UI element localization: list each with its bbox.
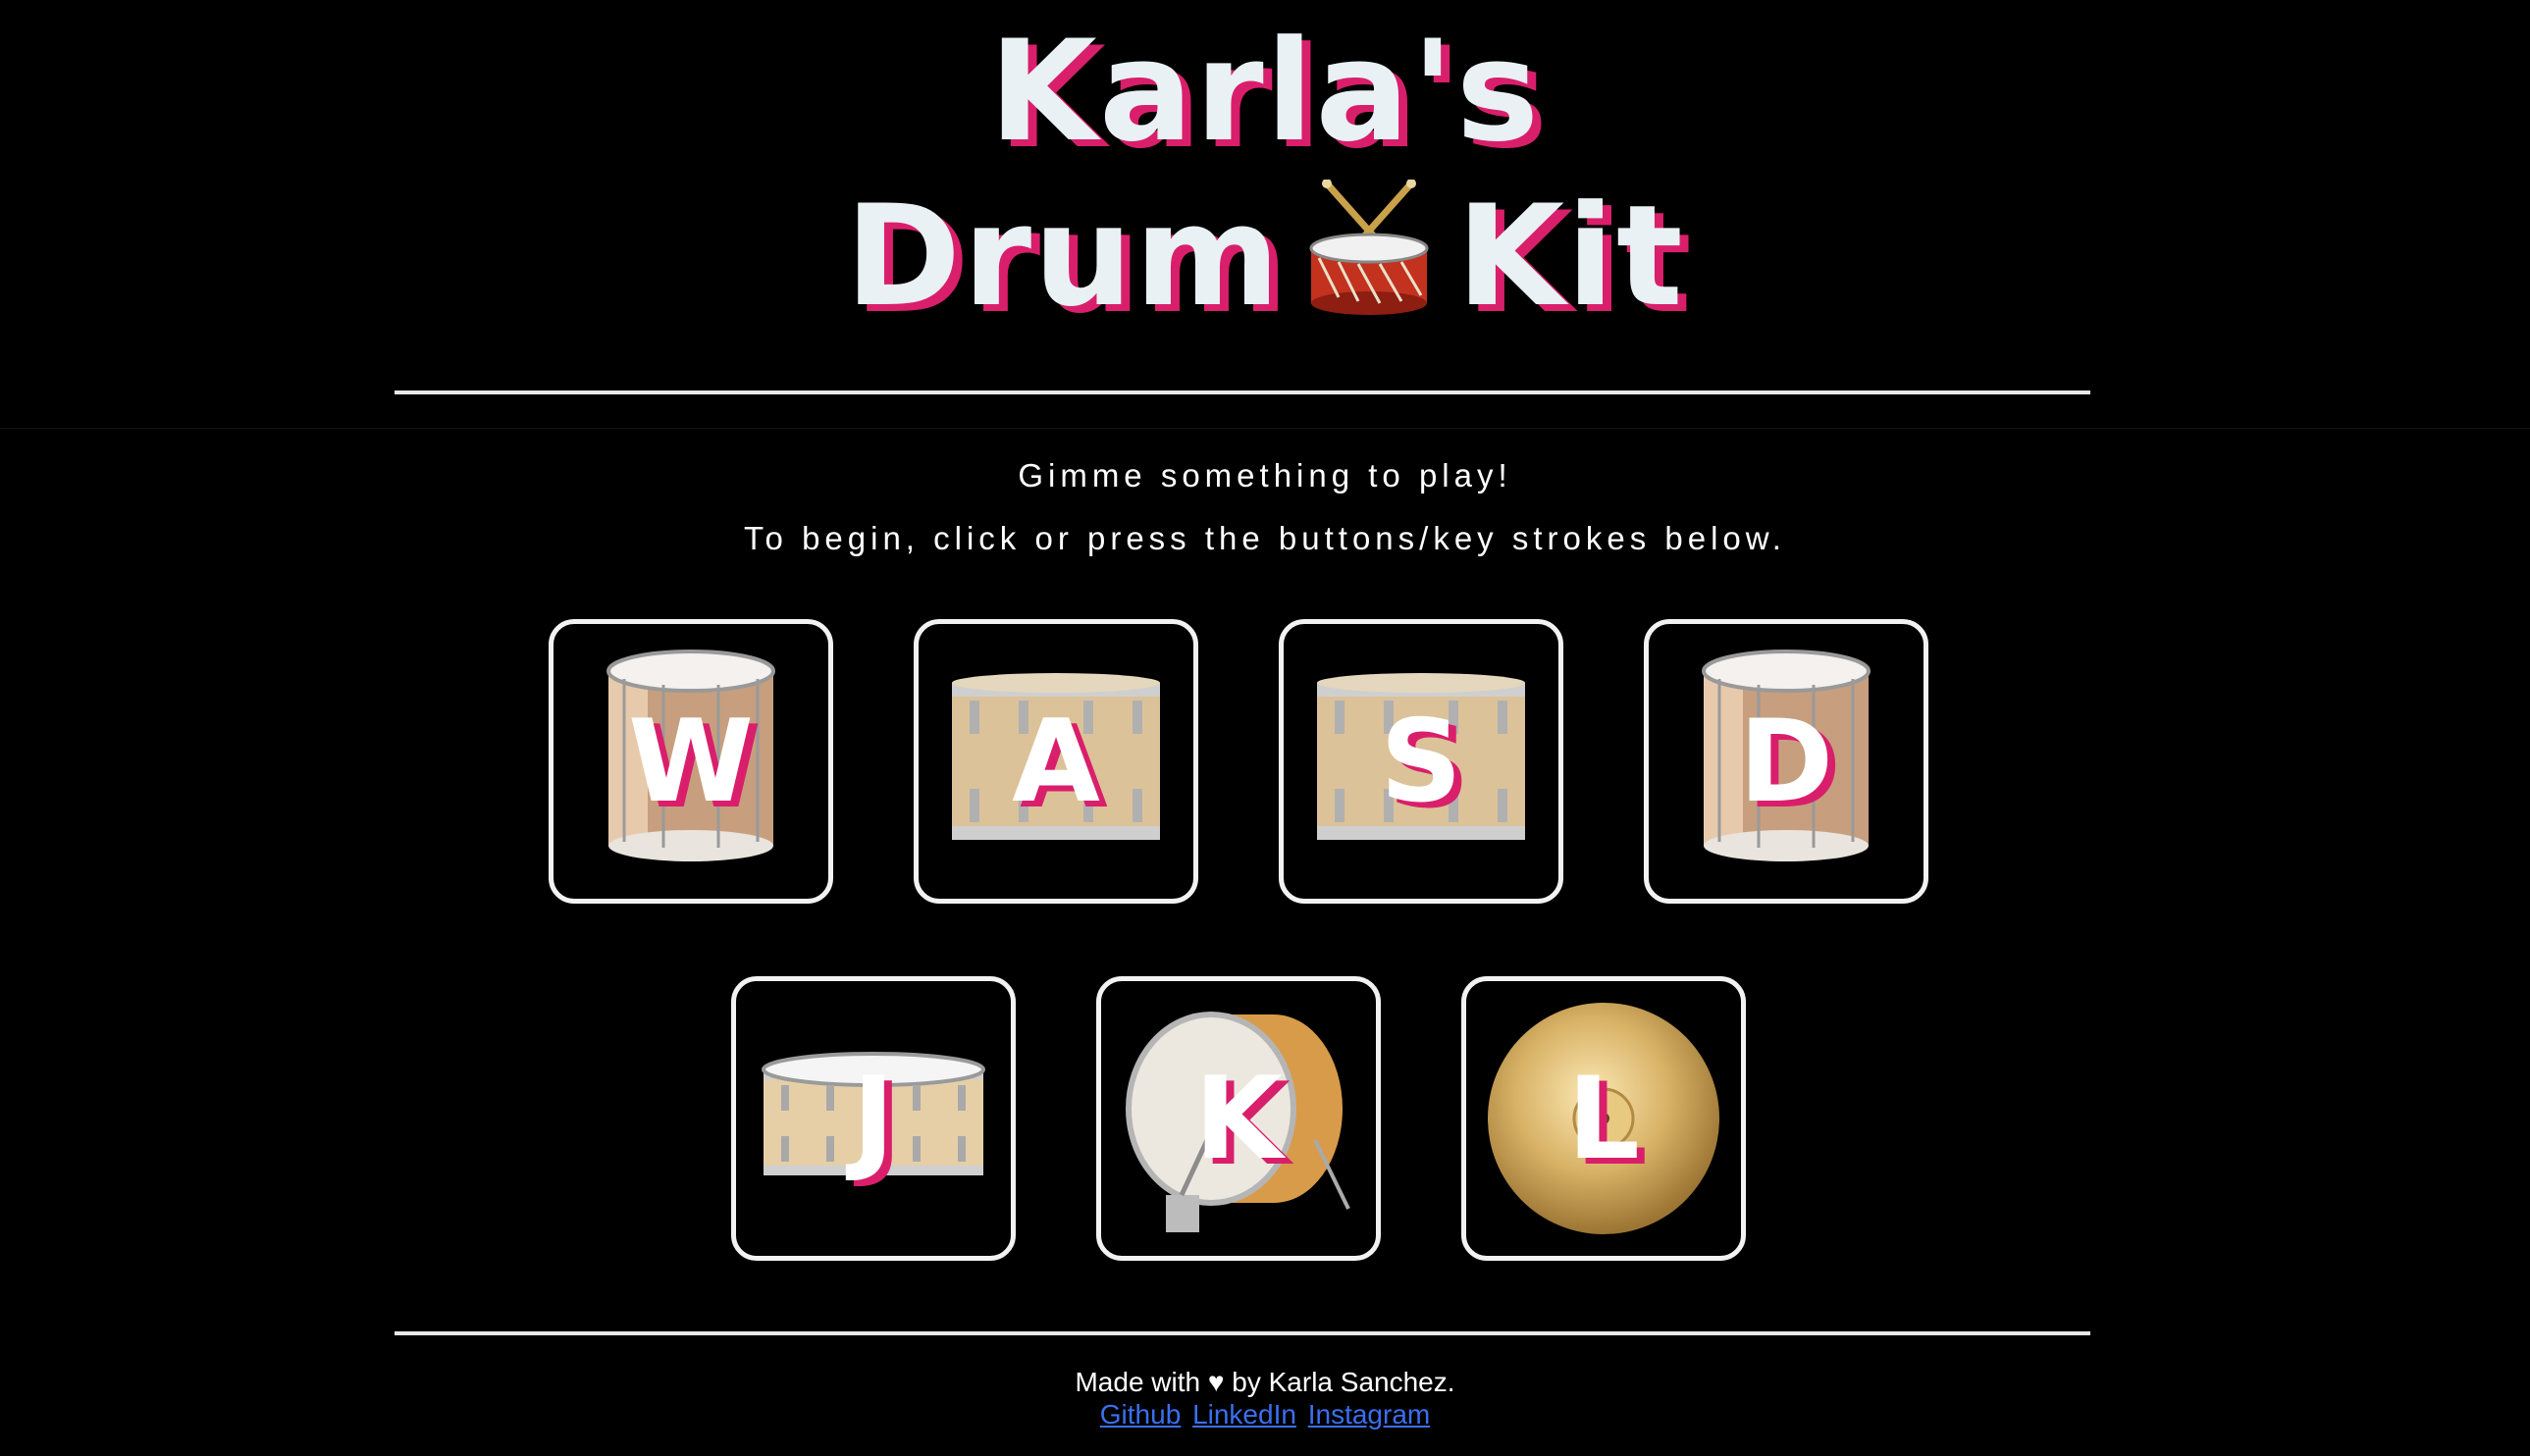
drum-button-j[interactable]: J: [731, 976, 1016, 1261]
page-title: Karla's Drum Kit: [0, 10, 2530, 352]
drum-key-label: W: [628, 695, 754, 828]
github-link[interactable]: Github: [1100, 1399, 1182, 1430]
drum-key-label: L: [1567, 1052, 1640, 1185]
drum-key-label: S: [1380, 695, 1462, 828]
footer-author: by Karla Sanchez.: [1232, 1367, 1455, 1397]
title-line-2: Drum Kit: [0, 175, 2530, 352]
heart-icon: ♥: [1207, 1367, 1225, 1397]
title-word-kit: Kit: [1456, 176, 1685, 338]
drum-key-label: A: [1012, 695, 1100, 828]
page-header: Karla's Drum Kit: [0, 10, 2530, 352]
footer-credit: Made with ♥ by Karla Sanchez.: [0, 1367, 2530, 1398]
title-line-1: Karla's: [988, 11, 1542, 173]
instagram-link[interactable]: Instagram: [1308, 1399, 1431, 1430]
drum-key-label: J: [852, 1052, 895, 1185]
intro-heading: Gimme something to play!: [1018, 457, 1512, 494]
drum-key-label: K: [1194, 1052, 1283, 1185]
drum-key-label: D: [1738, 695, 1834, 828]
intro-instructions: To begin, click or press the buttons/key…: [744, 520, 1786, 556]
footer-made-with: Made with: [1075, 1367, 1201, 1397]
footer-links: Github LinkedIn Instagram: [0, 1399, 2530, 1430]
drum-icon: [1305, 178, 1433, 352]
linkedin-link[interactable]: LinkedIn: [1192, 1399, 1296, 1430]
top-divider: [395, 390, 2090, 394]
drum-button-l[interactable]: L: [1461, 976, 1746, 1261]
drum-button-d[interactable]: D: [1644, 619, 1928, 904]
drum-button-k[interactable]: K: [1096, 976, 1381, 1261]
title-word-drum: Drum: [845, 176, 1283, 338]
drum-button-a[interactable]: A: [914, 619, 1198, 904]
drum-button-w[interactable]: W: [549, 619, 833, 904]
drum-button-s[interactable]: S: [1279, 619, 1563, 904]
section-border: [0, 428, 2530, 429]
bottom-divider: [395, 1331, 2090, 1335]
